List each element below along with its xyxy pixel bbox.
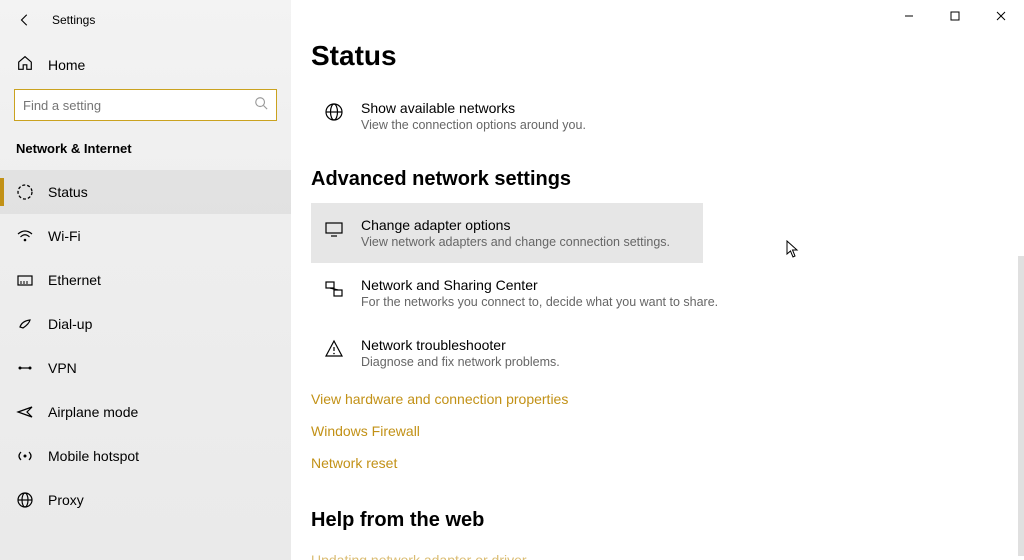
search-icon (254, 96, 268, 115)
help-heading: Help from the web (311, 509, 991, 532)
change-adapter-row[interactable]: Change adapter options View network adap… (311, 203, 703, 263)
sidebar-item-status[interactable]: Status (0, 170, 291, 214)
sidebar-item-proxy[interactable]: Proxy (0, 478, 291, 522)
dialup-icon (16, 315, 34, 333)
window-title: Settings (52, 13, 95, 27)
airplane-icon (16, 403, 34, 421)
sidebar-item-label: Airplane mode (48, 404, 138, 420)
troubleshooter-row[interactable]: Network troubleshooter Diagnose and fix … (311, 323, 703, 383)
row-desc: For the networks you connect to, decide … (361, 295, 718, 309)
minimize-button[interactable] (886, 0, 932, 32)
titlebar: Settings (0, 0, 291, 40)
sidebar-item-ethernet[interactable]: Ethernet (0, 258, 291, 302)
globe-icon (323, 100, 345, 122)
back-button[interactable] (12, 7, 38, 33)
sidebar: Settings Home Network & Internet Status (0, 0, 291, 560)
monitor-icon (323, 217, 345, 239)
vpn-icon (16, 359, 34, 377)
sidebar-item-dialup[interactable]: Dial-up (0, 302, 291, 346)
row-title: Network and Sharing Center (361, 277, 718, 293)
status-ring-icon (16, 183, 34, 201)
ethernet-icon (16, 271, 34, 289)
row-desc: Diagnose and fix network problems. (361, 355, 560, 369)
search-input-wrapper[interactable] (14, 89, 277, 121)
show-networks-row[interactable]: Show available networks View the connect… (311, 90, 703, 142)
window-controls (886, 0, 1024, 32)
page-title: Status (311, 40, 991, 72)
home-icon (16, 54, 34, 75)
minimize-icon (904, 11, 914, 21)
row-title: Network troubleshooter (361, 337, 560, 353)
link-network-reset[interactable]: Network reset (311, 447, 991, 479)
close-button[interactable] (978, 0, 1024, 32)
sidebar-item-label: Mobile hotspot (48, 448, 139, 464)
sharing-center-row[interactable]: Network and Sharing Center For the netwo… (311, 263, 731, 323)
sidebar-item-label: Ethernet (48, 272, 101, 288)
link-windows-firewall[interactable]: Windows Firewall (311, 415, 991, 447)
home-label: Home (48, 57, 85, 73)
link-hardware-properties[interactable]: View hardware and connection properties (311, 383, 991, 415)
sidebar-item-label: VPN (48, 360, 77, 376)
sidebar-item-hotspot[interactable]: Mobile hotspot (0, 434, 291, 478)
maximize-button[interactable] (932, 0, 978, 32)
sidebar-item-label: Dial-up (48, 316, 92, 332)
arrow-left-icon (18, 13, 32, 27)
sidebar-item-airplane[interactable]: Airplane mode (0, 390, 291, 434)
advanced-heading: Advanced network settings (311, 168, 991, 191)
wifi-icon (16, 227, 34, 245)
row-title: Change adapter options (361, 217, 670, 233)
link-help-update-adapter[interactable]: Updating network adapter or driver (311, 544, 991, 560)
row-desc: View the connection options around you. (361, 118, 586, 132)
sidebar-item-wifi[interactable]: Wi-Fi (0, 214, 291, 258)
sidebar-item-label: Wi-Fi (48, 228, 81, 244)
home-nav[interactable]: Home (0, 40, 291, 89)
hotspot-icon (16, 447, 34, 465)
main-pane: Status Show available networks View the … (291, 0, 1024, 560)
scrollbar[interactable] (1018, 256, 1024, 556)
category-heading: Network & Internet (0, 141, 291, 170)
row-title: Show available networks (361, 100, 586, 116)
globe-icon (16, 491, 34, 509)
sharing-icon (323, 277, 345, 299)
sidebar-item-vpn[interactable]: VPN (0, 346, 291, 390)
warning-icon (323, 337, 345, 359)
row-desc: View network adapters and change connect… (361, 235, 670, 249)
maximize-icon (950, 11, 960, 21)
sidebar-item-label: Proxy (48, 492, 84, 508)
search-input[interactable] (23, 98, 254, 113)
close-icon (996, 11, 1006, 21)
sidebar-item-label: Status (48, 184, 88, 200)
